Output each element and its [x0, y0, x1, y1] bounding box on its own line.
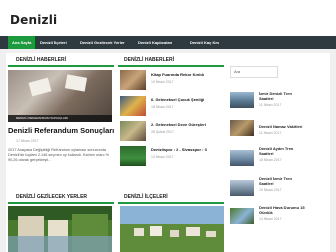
landscape-illustration: [8, 206, 112, 252]
sidebar-date: 19 Nisan 2017: [259, 188, 282, 192]
news-date: 19 Nisan 2017: [151, 80, 174, 84]
sidebar-thumb[interactable]: [230, 150, 254, 166]
featured-date: 17 Nisan 2017: [16, 139, 39, 143]
news-thumb[interactable]: [120, 146, 146, 166]
section-rule: [118, 65, 224, 67]
sidebar-title[interactable]: Denizli Aydın Tren Saatleri: [259, 146, 293, 157]
news-thumb[interactable]: [120, 96, 146, 116]
sidebar-title[interactable]: İzmir Denizli Tren Saatleri: [259, 91, 292, 102]
nav-item-gezilecek[interactable]: Denizli Gezilecek Yerler: [76, 36, 129, 49]
nav-item-ilceleri[interactable]: Denizli İlçeleri: [36, 36, 71, 49]
section-title-ilceleri: DENİZLİ İLÇELERİ: [124, 194, 168, 200]
section-title-haberleri-left: DENİZLİ HABERLERİ: [16, 57, 66, 63]
sidebar-date: 18 Nisan 2017: [259, 158, 282, 162]
sidebar-thumb[interactable]: [230, 180, 254, 196]
sidebar-search-label: Ara: [234, 69, 241, 74]
site-header: Denizli: [0, 0, 336, 36]
news-title[interactable]: Denizlispor : 2 - Sivasspor : 3: [151, 147, 207, 152]
news-title[interactable]: 6. Geleneksel Çocuk Şenliği: [151, 97, 204, 102]
gezilecek-image[interactable]: [8, 206, 112, 252]
news-date: 13 Nisan 2017: [151, 155, 174, 159]
sidebar-date: 11 Nisan 2017: [259, 103, 282, 107]
nav-item-kaplicalari[interactable]: Denizli Kaplıcaları: [134, 36, 176, 49]
sidebar-search[interactable]: Ara: [230, 66, 278, 78]
news-date: 28 Şubat 2017: [151, 130, 174, 134]
card-shape: [64, 74, 88, 92]
sidebar-date: 14 Nisan 2017: [259, 217, 282, 221]
section-rule: [8, 202, 114, 204]
featured-excerpt: 2017 Anayasa Değişikliği Refrandum oylam…: [8, 148, 109, 163]
news-title[interactable]: Kitap Fuarında Rekor Kırıldı: [151, 72, 204, 77]
news-thumb[interactable]: [120, 70, 146, 90]
town-illustration: [120, 206, 224, 252]
card-shape: [28, 77, 52, 97]
sidebar-thumb[interactable]: [230, 92, 254, 108]
section-title-haberleri-right: DENİZLİ HABERLERİ: [124, 57, 174, 63]
sidebar-title[interactable]: Denizli Namaz Vakitleri: [259, 124, 302, 129]
section-rule: [8, 65, 114, 67]
sidebar-title[interactable]: Denizli Hava Durumu 15 Günlük: [259, 205, 305, 216]
news-title[interactable]: 2. Geleneksel Deve Güreşleri: [151, 122, 206, 127]
featured-image[interactable]: DENİZLİ REFERANDUM SONUÇLARI: [8, 70, 112, 122]
featured-image-caption: DENİZLİ REFERANDUM SONUÇLARI: [8, 115, 112, 122]
news-thumb[interactable]: [120, 121, 146, 141]
featured-title[interactable]: Denizli Referandum Sonuçları: [8, 126, 114, 135]
section-rule: [118, 202, 224, 204]
sidebar-thumb[interactable]: [230, 120, 254, 136]
sidebar-thumb[interactable]: [230, 208, 254, 224]
news-date: 18 Nisan 2017: [151, 105, 174, 109]
nav-item-kac-km[interactable]: Denizli Kaç Km: [186, 36, 223, 49]
sidebar-date: 11 Nisan 2017: [259, 131, 282, 135]
nav-item-home[interactable]: Ana Sayfa: [8, 36, 36, 49]
site-logo[interactable]: Denizli: [10, 13, 57, 27]
sidebar-title[interactable]: Denizli İzmir Tren Saatleri: [259, 176, 292, 187]
ilceleri-image[interactable]: [120, 206, 224, 252]
section-title-gezilecek: DENİZLİ GEZİLECEK YERLER: [16, 194, 88, 200]
main-nav: Ana Sayfa Denizli İlçeleri Denizli Gezil…: [0, 36, 336, 49]
